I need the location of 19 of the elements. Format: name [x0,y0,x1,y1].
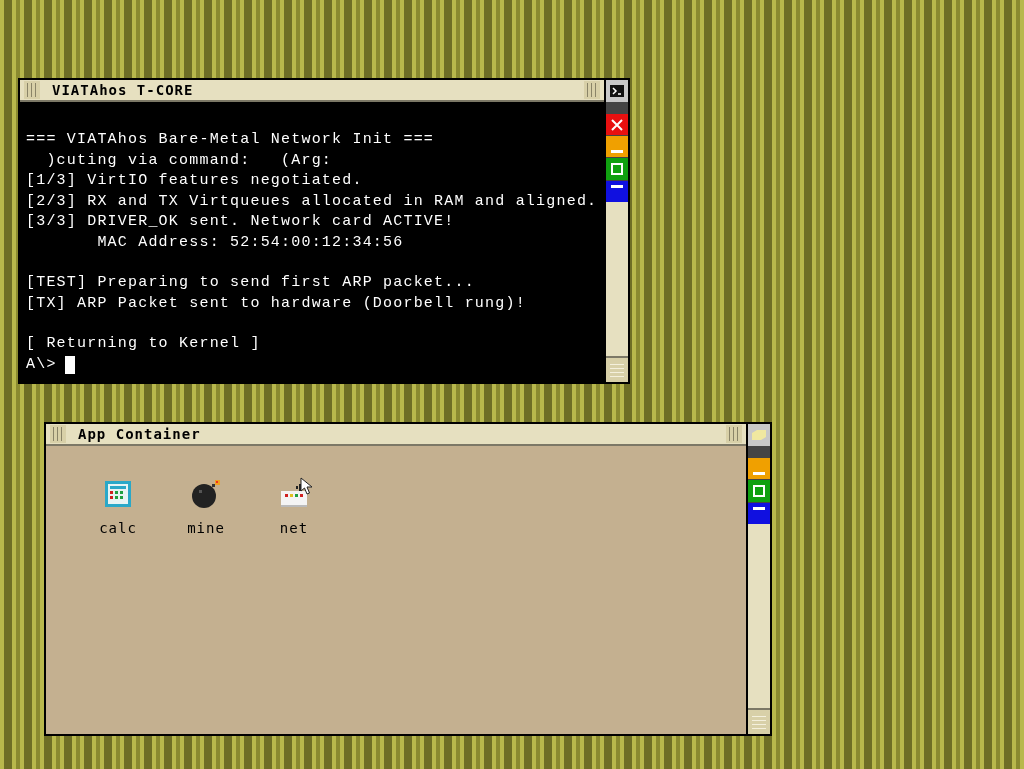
app-label: calc [99,519,137,538]
terminal-line: [TX] ARP Packet sent to hardware (Doorbell rung)! [26,293,527,314]
terminal-line: [TEST] Preparing to send first ARP packet... [26,273,476,293]
app-label: mine [187,519,225,538]
window-title: VIATAhos T-CORE [52,80,195,100]
app-label: net [279,519,309,538]
title-bar[interactable]: App Container [46,424,746,446]
command-prompt: A\> [26,354,57,375]
terminal-line: [3/3] DRIVER_OK sent. Network card ACTIVE! [26,212,456,232]
terminal-line: === VIATAhos Bare-Metal Network Init === [26,130,436,150]
app-launcher[interactable]: calc [88,478,148,539]
terminal-line: [2/3] RX and TX Virtqueues allocated in RAM and aligned. [26,191,598,212]
app-launcher[interactable]: mine [176,478,236,539]
title-bar[interactable]: VIATAhos T-CORE [20,80,604,102]
terminal-line: [ Returning to Kernel ] [26,334,262,354]
terminal-line: [1/3] VirtIO features negotiated. [26,171,364,191]
terminal-line: MAC Address: 52:54:00:12:34:56 [96,232,405,253]
terminal-line: )cuting via command: (Arg: [45,150,334,171]
window-title: App Container [78,424,202,444]
